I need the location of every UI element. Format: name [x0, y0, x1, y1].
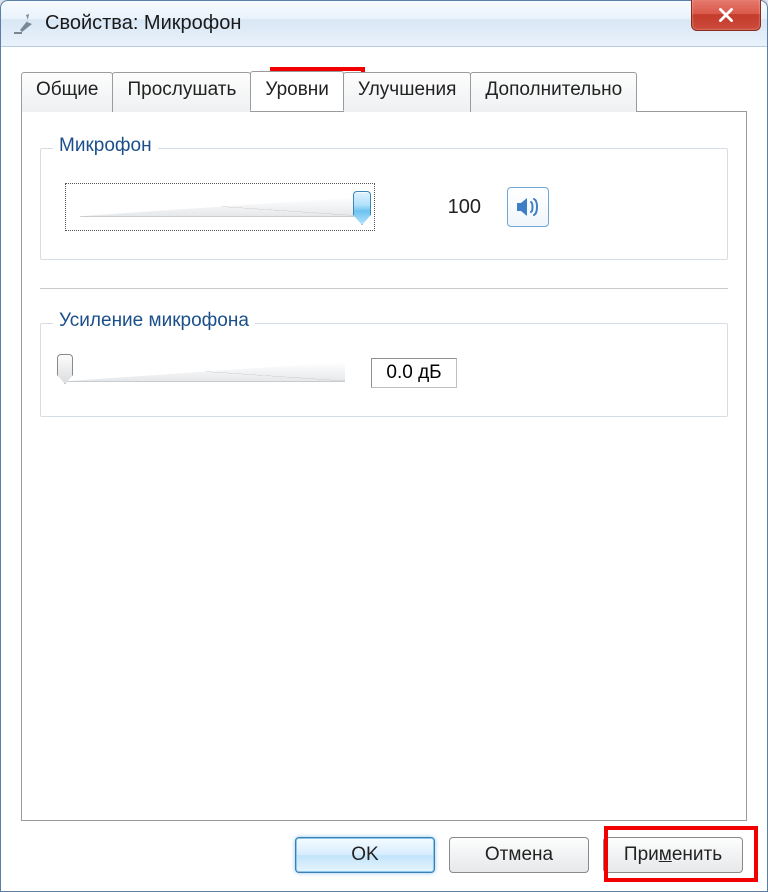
separator — [40, 288, 728, 289]
close-button[interactable] — [691, 0, 761, 31]
microphone-group: Микрофон 100 — [40, 148, 728, 260]
speaker-icon — [515, 196, 541, 218]
microphone-icon — [11, 12, 35, 36]
tabstrip: Общие Прослушать Уровни Улучшения Дополн… — [21, 71, 747, 111]
microphone-volume-value: 100 — [401, 196, 481, 219]
tab-listen[interactable]: Прослушать — [112, 72, 251, 112]
mute-button[interactable] — [507, 187, 549, 227]
apply-button[interactable]: Применить — [603, 837, 743, 873]
tab-levels[interactable]: Уровни — [250, 71, 344, 111]
microphone-group-label: Микрофон — [53, 135, 158, 157]
titlebar[interactable]: Свойства: Микрофон — [1, 1, 767, 47]
close-icon — [717, 6, 735, 24]
properties-window: Свойства: Микрофон Общие Прослушать Уров… — [0, 0, 768, 892]
tab-panel-levels: Микрофон 100 — [21, 111, 747, 821]
window-title: Свойства: Микрофон — [45, 12, 241, 35]
tab-enhancements[interactable]: Улучшения — [343, 72, 472, 112]
microphone-boost-value: 0.0 дБ — [371, 358, 457, 388]
ok-button[interactable]: OK — [295, 837, 435, 873]
microphone-boost-group-label: Усиление микрофона — [53, 310, 255, 332]
slider-thumb[interactable] — [57, 354, 73, 384]
client-area: Общие Прослушать Уровни Улучшения Дополн… — [1, 47, 767, 891]
tab-advanced[interactable]: Дополнительно — [470, 72, 637, 112]
microphone-boost-slider[interactable] — [65, 358, 345, 388]
slider-track-shape — [65, 362, 345, 382]
slider-thumb[interactable] — [353, 191, 371, 225]
cancel-button[interactable]: Отмена — [449, 837, 589, 873]
microphone-volume-slider[interactable] — [65, 183, 375, 231]
slider-track-shape — [80, 197, 362, 217]
dialog-buttons: OK Отмена Применить — [21, 821, 747, 873]
tab-general[interactable]: Общие — [21, 72, 113, 112]
microphone-boost-group: Усиление микрофона 0.0 дБ — [40, 323, 728, 417]
